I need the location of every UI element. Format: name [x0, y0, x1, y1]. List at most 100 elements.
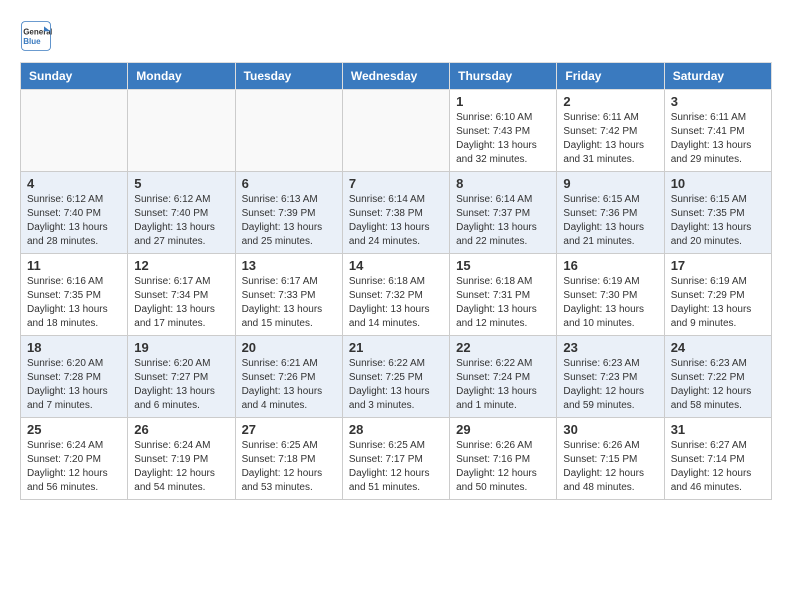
day-info: Sunrise: 6:17 AM Sunset: 7:34 PM Dayligh… — [134, 275, 228, 331]
day-info: Sunrise: 6:12 AM Sunset: 7:40 PM Dayligh… — [27, 193, 121, 249]
calendar-cell: 8 Sunrise: 6:14 AM Sunset: 7:37 PM Daylig… — [450, 172, 557, 254]
calendar-cell: 23Sunrise: 6:23 AM Sunset: 7:23 PM Dayli… — [557, 336, 664, 418]
calendar-week-4: 18 Sunrise: 6:20 AM Sunset: 7:28 PM Dayli… — [21, 336, 772, 418]
column-header-monday: Monday — [128, 63, 235, 90]
calendar-cell: 5 Sunrise: 6:12 AM Sunset: 7:40 PM Daylig… — [128, 172, 235, 254]
day-number: 30 — [563, 422, 657, 437]
day-info: Sunrise: 6:26 AM Sunset: 7:16 PM Dayligh… — [456, 439, 550, 495]
day-info: Sunrise: 6:14 AM Sunset: 7:37 PM Dayligh… — [456, 193, 550, 249]
calendar-cell: 16 Sunrise: 6:19 AM Sunset: 7:30 PM Dayli… — [557, 254, 664, 336]
day-info: Sunrise: 6:24 AM Sunset: 7:19 PM Dayligh… — [134, 439, 228, 495]
day-info: Sunrise: 6:20 AM Sunset: 7:27 PM Dayligh… — [134, 357, 228, 413]
calendar-cell: 30 Sunrise: 6:26 AM Sunset: 7:15 PM Dayli… — [557, 418, 664, 500]
day-number: 9 — [563, 176, 657, 191]
calendar-cell — [235, 90, 342, 172]
day-info: Sunrise: 6:19 AM Sunset: 7:29 PM Dayligh… — [671, 275, 765, 331]
day-number: 2 — [563, 94, 657, 109]
calendar-cell: 7 Sunrise: 6:14 AM Sunset: 7:38 PM Daylig… — [342, 172, 449, 254]
day-number: 13 — [242, 258, 336, 273]
day-info: Sunrise: 6:11 AM Sunset: 7:41 PM Dayligh… — [671, 111, 765, 167]
day-number: 11 — [27, 258, 121, 273]
day-info: Sunrise: 6:21 AM Sunset: 7:26 PM Dayligh… — [242, 357, 336, 413]
column-header-saturday: Saturday — [664, 63, 771, 90]
day-number: 10 — [671, 176, 765, 191]
day-info: Sunrise: 6:23 AM Sunset: 7:23 PM Dayligh… — [563, 357, 657, 413]
day-number: 8 — [456, 176, 550, 191]
day-number: 14 — [349, 258, 443, 273]
calendar-cell: 9 Sunrise: 6:15 AM Sunset: 7:36 PM Daylig… — [557, 172, 664, 254]
day-info: Sunrise: 6:14 AM Sunset: 7:38 PM Dayligh… — [349, 193, 443, 249]
day-number: 31 — [671, 422, 765, 437]
calendar-header-row: SundayMondayTuesdayWednesdayThursdayFrid… — [21, 63, 772, 90]
calendar-cell: 6 Sunrise: 6:13 AM Sunset: 7:39 PM Daylig… — [235, 172, 342, 254]
calendar-cell: 31 Sunrise: 6:27 AM Sunset: 7:14 PM Dayli… — [664, 418, 771, 500]
day-number: 4 — [27, 176, 121, 191]
calendar-table: SundayMondayTuesdayWednesdayThursdayFrid… — [20, 62, 772, 500]
day-number: 12 — [134, 258, 228, 273]
day-info: Sunrise: 6:13 AM Sunset: 7:39 PM Dayligh… — [242, 193, 336, 249]
day-number: 6 — [242, 176, 336, 191]
day-number: 20 — [242, 340, 336, 355]
calendar-cell: 25 Sunrise: 6:24 AM Sunset: 7:20 PM Dayli… — [21, 418, 128, 500]
day-info: Sunrise: 6:23 AM Sunset: 7:22 PM Dayligh… — [671, 357, 765, 413]
calendar-week-3: 11 Sunrise: 6:16 AM Sunset: 7:35 PM Dayli… — [21, 254, 772, 336]
calendar-cell: 29Sunrise: 6:26 AM Sunset: 7:16 PM Dayli… — [450, 418, 557, 500]
day-number: 15 — [456, 258, 550, 273]
calendar-cell: 27 Sunrise: 6:25 AM Sunset: 7:18 PM Dayli… — [235, 418, 342, 500]
day-info: Sunrise: 6:15 AM Sunset: 7:35 PM Dayligh… — [671, 193, 765, 249]
day-info: Sunrise: 6:18 AM Sunset: 7:31 PM Dayligh… — [456, 275, 550, 331]
day-info: Sunrise: 6:25 AM Sunset: 7:17 PM Dayligh… — [349, 439, 443, 495]
day-number: 18 — [27, 340, 121, 355]
column-header-tuesday: Tuesday — [235, 63, 342, 90]
day-info: Sunrise: 6:12 AM Sunset: 7:40 PM Dayligh… — [134, 193, 228, 249]
svg-text:Blue: Blue — [23, 37, 41, 46]
calendar-cell: 17 Sunrise: 6:19 AM Sunset: 7:29 PM Dayli… — [664, 254, 771, 336]
page-header: General Blue — [20, 20, 772, 52]
calendar-cell: 13 Sunrise: 6:17 AM Sunset: 7:33 PM Dayli… — [235, 254, 342, 336]
day-number: 3 — [671, 94, 765, 109]
column-header-wednesday: Wednesday — [342, 63, 449, 90]
day-info: Sunrise: 6:17 AM Sunset: 7:33 PM Dayligh… — [242, 275, 336, 331]
day-number: 22 — [456, 340, 550, 355]
day-info: Sunrise: 6:11 AM Sunset: 7:42 PM Dayligh… — [563, 111, 657, 167]
day-info: Sunrise: 6:19 AM Sunset: 7:30 PM Dayligh… — [563, 275, 657, 331]
day-number: 5 — [134, 176, 228, 191]
day-info: Sunrise: 6:25 AM Sunset: 7:18 PM Dayligh… — [242, 439, 336, 495]
day-info: Sunrise: 6:24 AM Sunset: 7:20 PM Dayligh… — [27, 439, 121, 495]
day-info: Sunrise: 6:26 AM Sunset: 7:15 PM Dayligh… — [563, 439, 657, 495]
calendar-cell: 18 Sunrise: 6:20 AM Sunset: 7:28 PM Dayli… — [21, 336, 128, 418]
day-info: Sunrise: 6:27 AM Sunset: 7:14 PM Dayligh… — [671, 439, 765, 495]
calendar-cell: 22Sunrise: 6:22 AM Sunset: 7:24 PM Dayli… — [450, 336, 557, 418]
calendar-cell: 4 Sunrise: 6:12 AM Sunset: 7:40 PM Daylig… — [21, 172, 128, 254]
calendar-cell: 26Sunrise: 6:24 AM Sunset: 7:19 PM Dayli… — [128, 418, 235, 500]
calendar-cell: 20 Sunrise: 6:21 AM Sunset: 7:26 PM Dayli… — [235, 336, 342, 418]
calendar-week-2: 4 Sunrise: 6:12 AM Sunset: 7:40 PM Daylig… — [21, 172, 772, 254]
day-number: 28 — [349, 422, 443, 437]
svg-text:General: General — [23, 27, 52, 36]
logo-icon: General Blue — [20, 20, 52, 52]
day-info: Sunrise: 6:22 AM Sunset: 7:25 PM Dayligh… — [349, 357, 443, 413]
day-number: 1 — [456, 94, 550, 109]
day-number: 7 — [349, 176, 443, 191]
day-info: Sunrise: 6:15 AM Sunset: 7:36 PM Dayligh… — [563, 193, 657, 249]
day-number: 24 — [671, 340, 765, 355]
calendar-cell: 19 Sunrise: 6:20 AM Sunset: 7:27 PM Dayli… — [128, 336, 235, 418]
day-number: 19 — [134, 340, 228, 355]
calendar-cell: 24 Sunrise: 6:23 AM Sunset: 7:22 PM Dayli… — [664, 336, 771, 418]
calendar-cell — [21, 90, 128, 172]
day-number: 16 — [563, 258, 657, 273]
day-info: Sunrise: 6:16 AM Sunset: 7:35 PM Dayligh… — [27, 275, 121, 331]
day-number: 25 — [27, 422, 121, 437]
day-number: 27 — [242, 422, 336, 437]
day-info: Sunrise: 6:18 AM Sunset: 7:32 PM Dayligh… — [349, 275, 443, 331]
calendar-cell: 1Sunrise: 6:10 AM Sunset: 7:43 PM Daylig… — [450, 90, 557, 172]
day-info: Sunrise: 6:20 AM Sunset: 7:28 PM Dayligh… — [27, 357, 121, 413]
calendar-cell: 12 Sunrise: 6:17 AM Sunset: 7:34 PM Dayli… — [128, 254, 235, 336]
calendar-cell — [342, 90, 449, 172]
calendar-cell — [128, 90, 235, 172]
calendar-cell: 2 Sunrise: 6:11 AM Sunset: 7:42 PM Daylig… — [557, 90, 664, 172]
calendar-cell: 3 Sunrise: 6:11 AM Sunset: 7:41 PM Daylig… — [664, 90, 771, 172]
day-number: 21 — [349, 340, 443, 355]
day-number: 17 — [671, 258, 765, 273]
column-header-thursday: Thursday — [450, 63, 557, 90]
